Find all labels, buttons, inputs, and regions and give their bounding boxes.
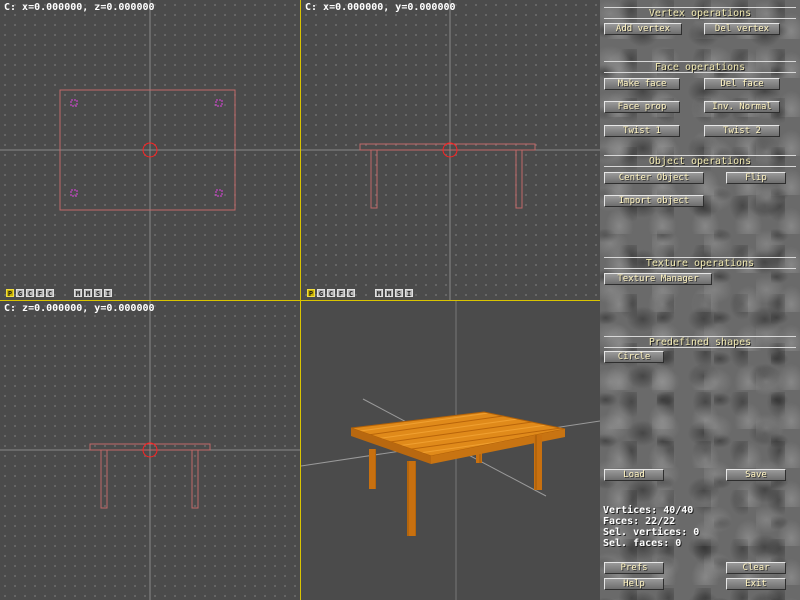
leg-outline — [370, 149, 378, 209]
view-button[interactable]: G — [16, 289, 24, 297]
front-view-buttons: P G C F C M M S I — [307, 289, 413, 297]
view-button[interactable]: S — [94, 289, 102, 297]
del-vertex-button[interactable]: Del vertex — [704, 23, 780, 35]
vertex-operations-title: Vertex operations — [604, 7, 796, 19]
view-button[interactable]: F — [337, 289, 345, 297]
table-leg — [407, 461, 416, 536]
table-leg — [369, 449, 376, 489]
top-viewport[interactable]: C: x=0.000000, z=0.000000 P G C F C M M … — [0, 0, 300, 300]
leg-markers — [70, 99, 223, 197]
exit-button[interactable]: Exit — [726, 578, 786, 590]
view-button[interactable]: C — [46, 289, 54, 297]
front-viewport[interactable]: C: x=0.000000, y=0.000000 P G C F C M M … — [301, 0, 600, 300]
selected-faces-count: Sel. faces: 0 — [603, 538, 682, 549]
view-button[interactable]: M — [375, 289, 383, 297]
save-button[interactable]: Save — [726, 469, 786, 481]
leg-marker — [215, 99, 223, 107]
circle-shape-button[interactable]: Circle — [604, 351, 664, 363]
faces-count: Faces: 22/22 — [603, 516, 676, 527]
view-button[interactable]: M — [385, 289, 393, 297]
table-leg — [534, 435, 542, 490]
import-object-button[interactable]: Import object — [604, 195, 704, 207]
view-button[interactable]: S — [395, 289, 403, 297]
face-operations-title: Face operations — [604, 61, 796, 73]
help-button[interactable]: Help — [604, 578, 664, 590]
view-button[interactable]: C — [347, 289, 355, 297]
predefined-shapes-title: Predefined shapes — [604, 336, 796, 348]
prefs-button[interactable]: Prefs — [604, 562, 664, 574]
view-button[interactable]: I — [405, 289, 413, 297]
side-coords: C: z=0.000000, y=0.000000 — [4, 303, 155, 314]
operations-panel: Vertex operations Add vertex Del vertex … — [600, 0, 800, 600]
top-view-canvas[interactable] — [0, 0, 300, 300]
face-prop-button[interactable]: Face prop — [604, 101, 680, 113]
leg-outline — [515, 149, 523, 209]
view-button[interactable]: P — [6, 289, 14, 297]
vertices-count: Vertices: 40/40 — [603, 505, 694, 516]
front-coords: C: x=0.000000, y=0.000000 — [305, 2, 456, 13]
view-button[interactable]: M — [84, 289, 92, 297]
side-viewport[interactable]: C: z=0.000000, y=0.000000 — [0, 301, 300, 600]
view-button[interactable]: M — [74, 289, 82, 297]
add-vertex-button[interactable]: Add vertex — [604, 23, 682, 35]
view-button[interactable]: C — [26, 289, 34, 297]
view-button[interactable]: C — [327, 289, 335, 297]
leg-outline — [100, 449, 108, 509]
flip-button[interactable]: Flip — [726, 172, 786, 184]
view-button[interactable]: I — [104, 289, 112, 297]
del-face-button[interactable]: Del face — [704, 78, 780, 90]
tabletop — [350, 411, 566, 457]
load-button[interactable]: Load — [604, 469, 664, 481]
perspective-canvas[interactable] — [301, 301, 600, 600]
top-coords: C: x=0.000000, z=0.000000 — [4, 2, 155, 13]
view-button[interactable]: P — [307, 289, 315, 297]
tabletop-outline — [359, 143, 536, 151]
perspective-viewport[interactable] — [301, 301, 600, 600]
view-button[interactable]: G — [317, 289, 325, 297]
texture-manager-button[interactable]: Texture Manager — [604, 273, 712, 285]
make-face-button[interactable]: Make face — [604, 78, 680, 90]
clear-button[interactable]: Clear — [726, 562, 786, 574]
leg-marker — [215, 189, 223, 197]
top-view-buttons: P G C F C M M S I — [6, 289, 112, 297]
twist-2-button[interactable]: Twist 2 — [704, 125, 780, 137]
leg-marker — [70, 189, 78, 197]
texture-operations-title: Texture operations — [604, 257, 796, 269]
leg-marker — [70, 99, 78, 107]
view-button[interactable]: F — [36, 289, 44, 297]
viewport-divider-horizontal — [0, 300, 600, 301]
object-operations-title: Object operations — [604, 155, 796, 167]
twist-1-button[interactable]: Twist 1 — [604, 125, 680, 137]
side-view-canvas[interactable] — [0, 301, 300, 600]
center-object-button[interactable]: Center Object — [604, 172, 704, 184]
front-view-canvas[interactable] — [301, 0, 600, 300]
selected-vertices-count: Sel. vertices: 0 — [603, 527, 700, 538]
leg-outline — [191, 449, 199, 509]
inv-normal-button[interactable]: Inv. Normal — [704, 101, 780, 113]
